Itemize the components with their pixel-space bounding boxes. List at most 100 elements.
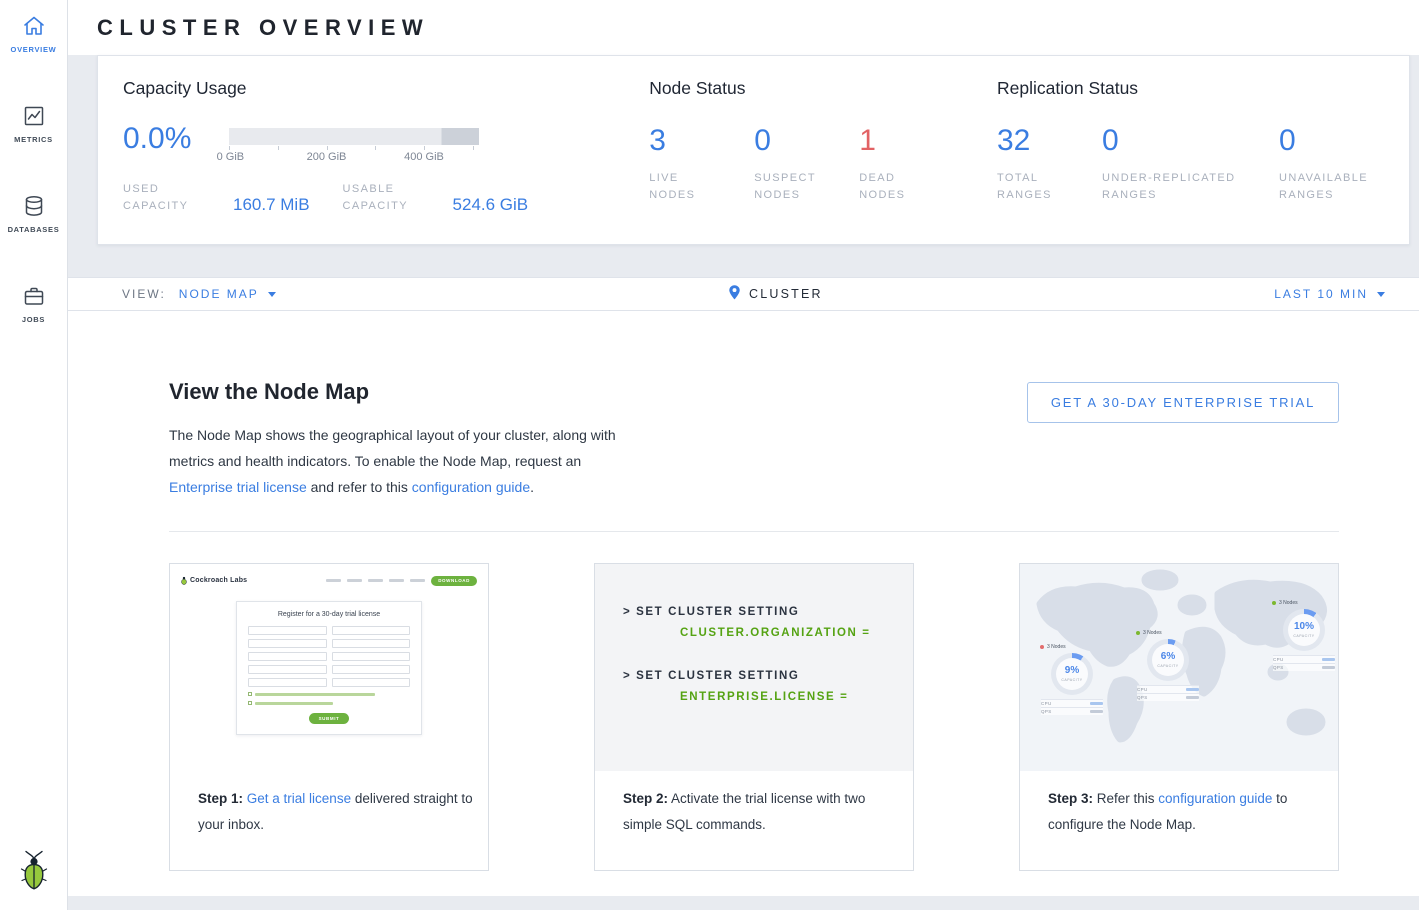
step1-prefix: Step 1: (198, 791, 243, 806)
suspect-nodes-value: 0 (754, 125, 859, 157)
sidebar-item-overview[interactable]: OVERVIEW (0, 0, 67, 66)
node-status-dot (1272, 601, 1276, 605)
capacity-used-percent: 0.0% (123, 123, 229, 166)
sidebar-item-label: METRICS (14, 135, 53, 144)
map-cluster-widget[interactable]: 3 Nodes 10% CAPACITY CPU QPS (1268, 600, 1338, 671)
sidebar-item-label: DATABASES (8, 225, 60, 234)
sidebar-item-metrics[interactable]: METRICS (0, 88, 67, 156)
used-capacity-stat: USED CAPACITY 160.7 MiB (123, 181, 310, 215)
used-capacity-value: 160.7 MiB (233, 195, 310, 215)
view-selected-value: NODE MAP (179, 287, 259, 301)
qps-label: QPS (1273, 665, 1284, 670)
enterprise-trial-button[interactable]: GET A 30-DAY ENTERPRISE TRIAL (1027, 382, 1339, 423)
chevron-down-icon (1377, 292, 1385, 297)
sidebar-item-databases[interactable]: DATABASES (0, 178, 67, 246)
unavailable-ranges-label: UNAVAILABLE RANGES (1279, 170, 1389, 204)
submit-button: SUBMIT (309, 713, 350, 724)
capacity-ring: 9% CAPACITY (1051, 653, 1093, 695)
usable-capacity-stat: USABLE CAPACITY 524.6 GiB (343, 181, 529, 215)
step3-caption: Step 3: Refer this configuration guide t… (1020, 771, 1338, 838)
capacity-label: CAPACITY (1157, 664, 1178, 668)
dead-nodes-stat: 1 DEAD NODES (859, 125, 964, 204)
node-status-section: Node Status 3 LIVE NODES 0 SUSPECT NODES… (649, 78, 997, 222)
sql-setting-text: CLUSTER.ORGANIZATION = (680, 627, 913, 639)
capacity-percent: 6% (1161, 652, 1175, 662)
capacity-bar-chart: 0 GiB 200 GiB 400 GiB (229, 128, 479, 166)
page-title: CLUSTER OVERVIEW (97, 15, 429, 41)
dead-nodes-value: 1 (859, 125, 964, 157)
scope-label: CLUSTER (749, 287, 823, 301)
capacity-ring: 6% CAPACITY (1147, 639, 1189, 681)
time-range-dropdown[interactable]: LAST 10 MIN (1274, 287, 1385, 301)
cockroachdb-logo[interactable] (19, 849, 49, 896)
sql-command-text: SET CLUSTER SETTING (636, 606, 799, 618)
unavailable-ranges-stat: 0 UNAVAILABLE RANGES (1279, 125, 1384, 204)
capacity-label: CAPACITY (1061, 678, 1082, 682)
main-area: CLUSTER OVERVIEW Capacity Usage 0.0% 0 G… (68, 0, 1419, 910)
download-button: DOWNLOAD (431, 576, 477, 586)
capacity-bar (229, 128, 479, 145)
cluster-summary-panel: Capacity Usage 0.0% 0 GiB 200 GiB 400 Gi… (97, 55, 1410, 245)
map-pin-icon (728, 284, 741, 304)
sql-commands-preview: > SET CLUSTER SETTING CLUSTER.ORGANIZATI… (595, 564, 913, 771)
sql-command: > SET CLUSTER SETTING ENTERPRISE.LICENSE… (623, 670, 913, 703)
step3-text: Refer this (1093, 791, 1158, 806)
map-cluster-widget[interactable]: 3 Nodes 9% CAPACITY CPU QPS (1036, 644, 1108, 715)
capacity-label: CAPACITY (1293, 634, 1314, 638)
steps-row: Cockroach Labs DOWNLOAD Register for a 3… (169, 563, 1339, 871)
sidebar-item-jobs[interactable]: JOBS (0, 268, 67, 336)
description-text: and refer to this (307, 479, 412, 495)
suspect-nodes-stat: 0 SUSPECT NODES (754, 125, 859, 204)
cpu-label: CPU (1041, 701, 1052, 706)
suspect-nodes-label: SUSPECT NODES (754, 170, 826, 204)
replication-status-section: Replication Status 32 TOTAL RANGES 0 UND… (997, 78, 1384, 222)
form-checkbox-row (248, 701, 410, 705)
cluster-breadcrumb[interactable]: CLUSTER (728, 284, 823, 304)
live-nodes-value: 3 (649, 125, 754, 157)
cockroach-labs-brand: Cockroach Labs (181, 576, 247, 585)
replication-status-title: Replication Status (997, 78, 1384, 99)
home-icon (22, 14, 46, 38)
cluster-mini-stats: CPU QPS (1137, 685, 1199, 701)
axis-label-200: 200 GiB (307, 151, 347, 163)
capacity-usage-section: Capacity Usage 0.0% 0 GiB 200 GiB 400 Gi… (123, 78, 649, 222)
axis-label-400: 400 GiB (404, 151, 444, 163)
prompt-symbol: > (623, 606, 631, 618)
nodes-count-label: 3 Nodes (1279, 600, 1298, 606)
nodes-count-label: 3 Nodes (1143, 630, 1162, 636)
register-page-preview: Cockroach Labs DOWNLOAD Register for a 3… (170, 564, 488, 771)
cpu-label: CPU (1273, 657, 1284, 662)
sql-command-text: SET CLUSTER SETTING (636, 670, 799, 682)
description-text: . (530, 479, 534, 495)
dead-nodes-label: DEAD NODES (859, 170, 931, 204)
configuration-guide-link[interactable]: configuration guide (412, 479, 530, 495)
used-capacity-label: USED CAPACITY (123, 181, 201, 215)
capacity-percent: 10% (1294, 622, 1314, 632)
total-ranges-value: 32 (997, 125, 1102, 157)
cluster-overview-page: OVERVIEW METRICS DATABASES (0, 0, 1419, 910)
view-selector-dropdown[interactable]: VIEW: NODE MAP (122, 287, 276, 301)
brand-text: Cockroach Labs (190, 577, 247, 584)
map-cluster-widget[interactable]: 3 Nodes 6% CAPACITY CPU QPS (1132, 630, 1204, 701)
sql-command: > SET CLUSTER SETTING CLUSTER.ORGANIZATI… (623, 606, 913, 639)
view-bar: VIEW: NODE MAP CLUSTER LAST 10 MIN (68, 277, 1419, 311)
sidebar-item-label: JOBS (22, 315, 45, 324)
sql-setting-text: ENTERPRISE.LICENSE = (680, 691, 913, 703)
enterprise-trial-license-link[interactable]: Enterprise trial license (169, 479, 307, 495)
get-trial-license-link[interactable]: Get a trial license (247, 791, 351, 806)
usable-capacity-value: 524.6 GiB (453, 195, 529, 215)
sidebar: OVERVIEW METRICS DATABASES (0, 0, 68, 910)
step3-card: 3 Nodes 9% CAPACITY CPU QPS (1019, 563, 1339, 871)
configuration-guide-link[interactable]: configuration guide (1158, 791, 1272, 806)
capacity-ring: 10% CAPACITY (1283, 609, 1325, 651)
capacity-percent: 9% (1065, 666, 1079, 676)
step1-card: Cockroach Labs DOWNLOAD Register for a 3… (169, 563, 489, 871)
step2-prefix: Step 2: (623, 791, 668, 806)
database-icon (22, 194, 46, 218)
qps-label: QPS (1041, 709, 1052, 714)
briefcase-icon (22, 284, 46, 308)
form-title: Register for a 30-day trial license (248, 611, 410, 618)
mini-site-nav: Cockroach Labs DOWNLOAD (181, 573, 477, 588)
sidebar-item-label: OVERVIEW (11, 45, 57, 54)
step1-caption: Step 1: Get a trial license delivered st… (170, 771, 488, 838)
